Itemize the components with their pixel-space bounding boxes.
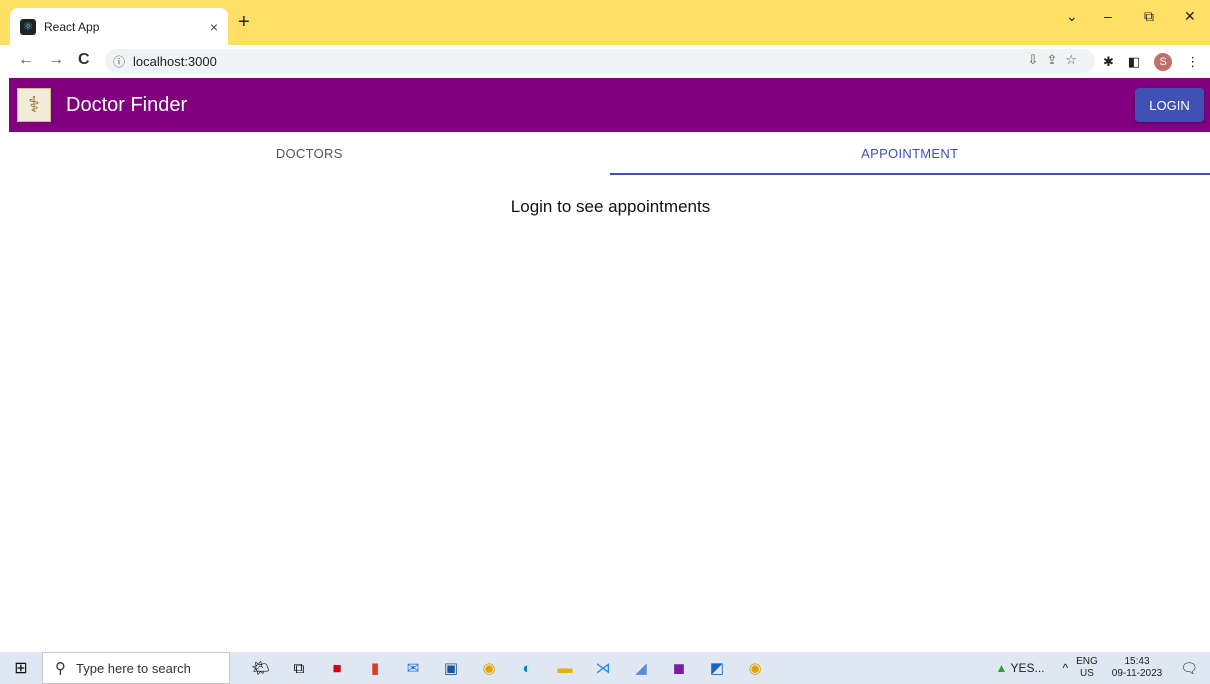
file-explorer-icon[interactable]: ▬ xyxy=(546,652,584,684)
bookmark-star-icon[interactable]: ☆ xyxy=(1065,52,1085,67)
show-hidden-icons-icon[interactable]: ^ xyxy=(1062,661,1068,675)
notepad-icon[interactable]: ◢ xyxy=(622,652,660,684)
os-taskbar: ⊞ ⚲ Type here to search 🌤 ⧉ ■ ▮ ✉ ▣ ◉ ◐ … xyxy=(0,652,1210,684)
sql-tool-icon[interactable]: ◩ xyxy=(698,652,736,684)
lang-code: ENG xyxy=(1076,656,1098,667)
notification-icon[interactable]: 🗨 xyxy=(1180,660,1198,677)
site-info-icon[interactable]: ⓘ xyxy=(113,53,125,70)
taskbar-search-placeholder: Type here to search xyxy=(76,660,191,676)
browser-titlebar: ⚛ React App × + ⌄ – ⧉ ✕ xyxy=(0,0,1210,45)
browser-toolbar: ← → C ⓘ localhost:3000 ⇩⇪☆ ✱ ◧ S ⋮ xyxy=(0,45,1210,77)
login-prompt-message: Login to see appointments xyxy=(510,197,711,216)
widgets-icon[interactable]: 🌤 xyxy=(242,652,280,684)
edge-icon[interactable]: ◐ xyxy=(508,652,546,684)
back-button[interactable]: ← xyxy=(18,51,34,69)
restore-button[interactable]: ⧉ xyxy=(1144,8,1154,25)
system-tray: ▲ YES... ^ ENG US 15:43 09-11-2023 🗨 xyxy=(995,652,1210,684)
omnibox-actions[interactable]: ⇩⇪☆ xyxy=(1028,52,1085,68)
tray-stock-label: YES... xyxy=(1010,661,1045,675)
forward-button[interactable]: → xyxy=(48,51,64,69)
chrome-icon[interactable]: ◉ xyxy=(470,652,508,684)
minimize-button[interactable]: – xyxy=(1104,8,1112,24)
close-window-button[interactable]: ✕ xyxy=(1184,8,1196,25)
system-clock[interactable]: 15:43 09-11-2023 xyxy=(1112,656,1162,680)
share-icon[interactable]: ⇪ xyxy=(1046,52,1065,67)
extensions-puzzle-icon[interactable]: ✱ xyxy=(1103,54,1114,70)
search-icon: ⚲ xyxy=(55,660,66,677)
tab-doctors[interactable]: DOCTORS xyxy=(9,132,610,175)
address-bar[interactable]: ⓘ localhost:3000 ⇩⇪☆ xyxy=(105,49,1095,73)
reload-button[interactable]: C xyxy=(78,51,90,69)
main-tabs: DOCTORS APPOINTMENT xyxy=(9,132,1210,175)
tab-close-icon[interactable]: × xyxy=(210,19,218,35)
tab-search-icon[interactable]: ⌄ xyxy=(1066,8,1078,25)
extension-area: ✱ ◧ S ⋮ xyxy=(1103,53,1199,71)
caduceus-logo-icon: ⚕ xyxy=(17,88,51,122)
install-icon[interactable]: ⇩ xyxy=(1028,52,1047,67)
windows-start-icon[interactable]: ⊞ xyxy=(0,652,42,684)
clock-time: 15:43 xyxy=(1124,656,1150,667)
mail-icon[interactable]: ✉ xyxy=(394,652,432,684)
side-panel-icon[interactable]: ◧ xyxy=(1128,54,1140,70)
language-indicator[interactable]: ENG US xyxy=(1076,656,1098,680)
app-header: ⚕ Doctor Finder LOGIN xyxy=(9,78,1210,132)
tab-title: React App xyxy=(44,19,100,34)
new-tab-button[interactable]: + xyxy=(238,12,250,32)
chrome-profile-icon[interactable]: ◉ xyxy=(736,652,774,684)
pdf-app-icon[interactable]: ▮ xyxy=(356,652,394,684)
tray-stock-item[interactable]: ▲ YES... xyxy=(995,661,1044,675)
url-text: localhost:3000 xyxy=(133,53,217,69)
intellij-icon[interactable]: ◼ xyxy=(660,652,698,684)
profile-avatar[interactable]: S xyxy=(1154,53,1173,71)
login-button[interactable]: LOGIN xyxy=(1135,88,1204,122)
taskbar-search-box[interactable]: ⚲ Type here to search xyxy=(42,652,230,684)
region-code: US xyxy=(1080,668,1094,679)
store-icon[interactable]: ▣ xyxy=(432,652,470,684)
vscode-icon[interactable]: ⋊ xyxy=(584,652,622,684)
browser-tab[interactable]: ⚛ React App × xyxy=(10,8,228,45)
app-title: Doctor Finder xyxy=(66,93,188,116)
browser-menu-icon[interactable]: ⋮ xyxy=(1186,54,1199,70)
react-favicon-icon: ⚛ xyxy=(20,18,36,35)
taskbar-apps: 🌤 ⧉ ■ ▮ ✉ ▣ ◉ ◐ ▬ ⋊ ◢ ◼ ◩ ◉ xyxy=(242,652,774,684)
clock-date: 09-11-2023 xyxy=(1111,668,1163,679)
reader-app-icon[interactable]: ■ xyxy=(318,652,356,684)
task-view-icon[interactable]: ⧉ xyxy=(280,652,318,684)
tab-appointment[interactable]: APPOINTMENT xyxy=(609,132,1210,175)
